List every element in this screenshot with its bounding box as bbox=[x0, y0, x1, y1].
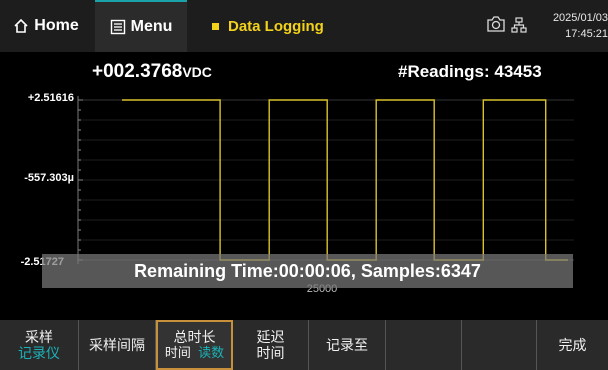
softkey-record-to[interactable]: 记录至 bbox=[309, 320, 386, 370]
softkey-duration[interactable]: 总时长 时间 读数 bbox=[156, 320, 233, 370]
remaining-overlay: Remaining Time: 00:00:06, Samples: 6347 bbox=[42, 254, 573, 288]
home-tab[interactable]: Home bbox=[0, 0, 92, 52]
home-tab-label: Home bbox=[34, 17, 79, 34]
softkey-delay-sub: 时间 bbox=[256, 345, 285, 361]
mode-indicator: Data Logging bbox=[212, 0, 324, 52]
network-icon bbox=[511, 17, 527, 33]
samples-label: , Samples: bbox=[350, 260, 441, 281]
menu-icon bbox=[110, 19, 125, 35]
readings-label: #Readings: bbox=[398, 62, 490, 81]
softkey-blank-2[interactable] bbox=[462, 320, 537, 370]
readings-count: #Readings: 43453 bbox=[398, 62, 542, 82]
remaining-text: Remaining Time: 00:00:06, Samples: 6347 bbox=[42, 254, 573, 288]
softkey-record-to-label: 记录至 bbox=[326, 337, 368, 353]
softkey-sample-value: 记录仪 bbox=[18, 345, 60, 361]
samples-value: 6347 bbox=[440, 260, 481, 281]
main-reading: +002.3768VDC bbox=[92, 61, 212, 83]
date-text: 2025/01/03 bbox=[552, 12, 608, 24]
clock: 2025/01/03 17:45:21 bbox=[540, 10, 608, 42]
softkey-duration-label: 总时长 bbox=[173, 329, 216, 345]
y-tick-mid: -557.303µ bbox=[24, 172, 74, 184]
time-text: 17:45:21 bbox=[565, 28, 608, 40]
duration-option-readings: 读数 bbox=[198, 345, 225, 360]
camera-icon[interactable] bbox=[486, 15, 506, 33]
remaining-value: 00:00:06 bbox=[278, 260, 351, 281]
duration-option-time: 时间 bbox=[164, 345, 191, 360]
softkey-interval[interactable]: 采样间隔 bbox=[79, 320, 156, 370]
softkey-sample[interactable]: 采样 记录仪 bbox=[0, 320, 79, 370]
softkey-duration-options: 时间 读数 bbox=[165, 345, 224, 361]
menu-tab-label: Menu bbox=[130, 18, 173, 35]
mode-dot-icon bbox=[212, 22, 219, 30]
softkey-sample-label: 采样 bbox=[25, 329, 53, 345]
reading-unit: VDC bbox=[182, 64, 212, 80]
menu-tab[interactable]: Menu bbox=[95, 0, 187, 52]
softkey-interval-label: 采样间隔 bbox=[89, 337, 145, 353]
softkey-bar: 采样 记录仪 采样间隔 总时长 时间 读数 延迟 时间 记录至 完成 bbox=[0, 320, 608, 370]
mode-label: Data Logging bbox=[228, 17, 324, 35]
top-bar: Home Menu Data Logging 2025/01/03 17:45:… bbox=[0, 0, 608, 52]
home-icon bbox=[14, 18, 28, 33]
softkey-blank-1[interactable] bbox=[386, 320, 462, 370]
softkey-done-label: 完成 bbox=[558, 337, 587, 353]
softkey-done[interactable]: 完成 bbox=[537, 320, 608, 370]
softkey-delay-label: 延迟 bbox=[256, 329, 285, 345]
softkey-delay[interactable]: 延迟 时间 bbox=[233, 320, 309, 370]
remaining-label: Remaining Time: bbox=[134, 260, 279, 281]
reading-value: +002.3768 bbox=[92, 61, 183, 82]
y-tick-top: +2.51616 bbox=[27, 92, 74, 104]
readings-value: 43453 bbox=[494, 62, 542, 81]
